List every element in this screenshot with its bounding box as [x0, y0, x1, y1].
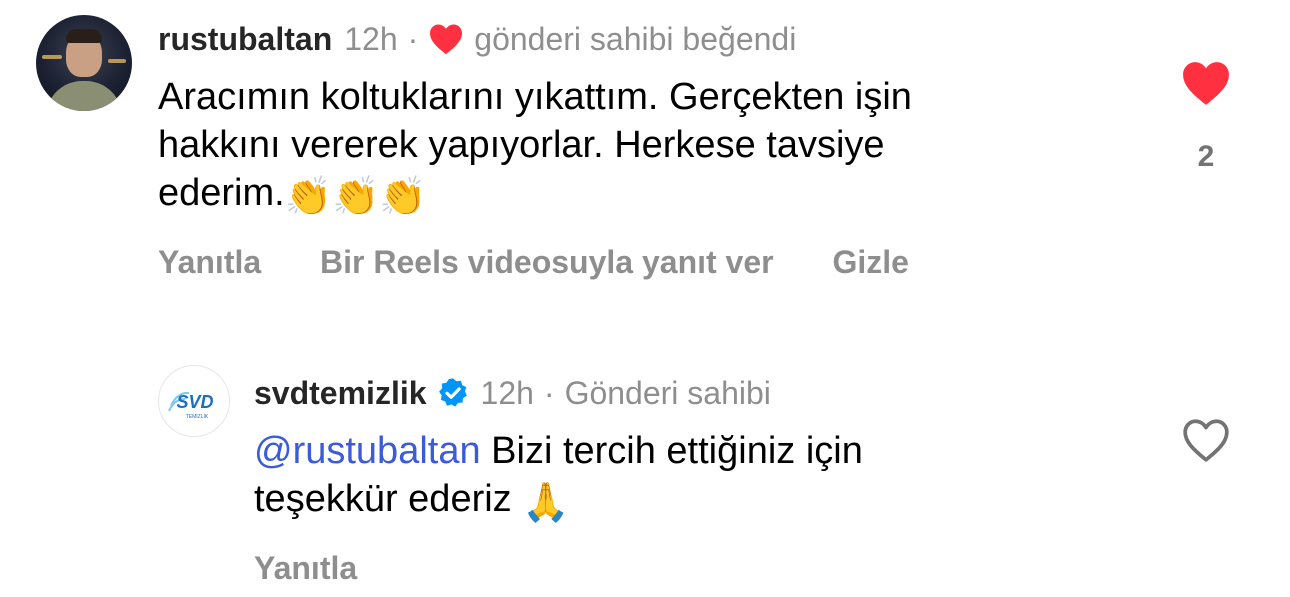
- username[interactable]: svdtemizlik: [254, 373, 427, 413]
- comment-line-text: ederim.: [158, 172, 285, 214]
- username[interactable]: rustubaltan: [158, 19, 332, 59]
- folded-hands-emoji: 🙏: [522, 480, 570, 524]
- comment-line-last: teşekkür ederiz 🙏: [254, 475, 863, 523]
- comment-meta: svdtemizlik 12h · Gönderi sahibi: [254, 373, 771, 413]
- separator: ·: [543, 375, 555, 411]
- verified-badge-icon: [438, 378, 467, 407]
- svd-logo: SVD TEMİZLİK: [168, 391, 214, 420]
- heart-outline-icon[interactable]: [1181, 417, 1231, 463]
- timestamp: 12h: [480, 375, 534, 411]
- comment-line: Aracımın koltuklarını yıkattım. Gerçekte…: [158, 76, 912, 118]
- avatar-svdtemizlik[interactable]: SVD TEMİZLİK: [158, 365, 230, 437]
- author-note: Gönderi sahibi: [564, 375, 771, 411]
- comment-line-text: teşekkür ederiz: [254, 478, 512, 520]
- reply-button[interactable]: Yanıtla: [254, 550, 357, 586]
- comment-actions: Yanıtla: [254, 548, 407, 588]
- logo-text: SVD: [176, 392, 213, 412]
- heart-filled-icon: [430, 24, 463, 55]
- logo-subtext: TEMİZLİK: [186, 413, 209, 420]
- hide-button[interactable]: Gizle: [832, 244, 908, 280]
- comment-body: Aracımın koltuklarını yıkattım. Gerçekte…: [158, 73, 912, 217]
- comment-meta: rustubaltan 12h · gönderi sahibi beğendi: [158, 19, 796, 59]
- like-count[interactable]: 2: [1181, 140, 1231, 174]
- comment-body: @rustubaltan Bizi tercih ettiğiniz için …: [254, 427, 863, 523]
- heart-filled-icon[interactable]: [1181, 60, 1231, 106]
- avatar-rustubaltan[interactable]: [36, 15, 132, 111]
- comment-line-last: ederim.👏👏👏: [158, 169, 912, 217]
- comment-line: @rustubaltan Bizi tercih ettiğiniz için: [254, 427, 863, 475]
- liked-by-author-note: gönderi sahibi beğendi: [474, 21, 797, 57]
- clapping-hands-emoji: 👏👏👏: [284, 174, 427, 218]
- timestamp: 12h: [344, 21, 398, 57]
- separator: ·: [407, 21, 419, 57]
- comment-actions: Yanıtla Bir Reels videosuyla yanıt ver G…: [158, 242, 959, 282]
- reels-reply-button[interactable]: Bir Reels videosuyla yanıt ver: [320, 244, 774, 280]
- mention-link[interactable]: @rustubaltan: [254, 430, 481, 472]
- comment-line: hakkını vererek yapıyorlar. Herkese tavs…: [158, 124, 885, 166]
- comment-line-text: Bizi tercih ettiğiniz için: [491, 430, 863, 472]
- reply-button[interactable]: Yanıtla: [158, 244, 261, 280]
